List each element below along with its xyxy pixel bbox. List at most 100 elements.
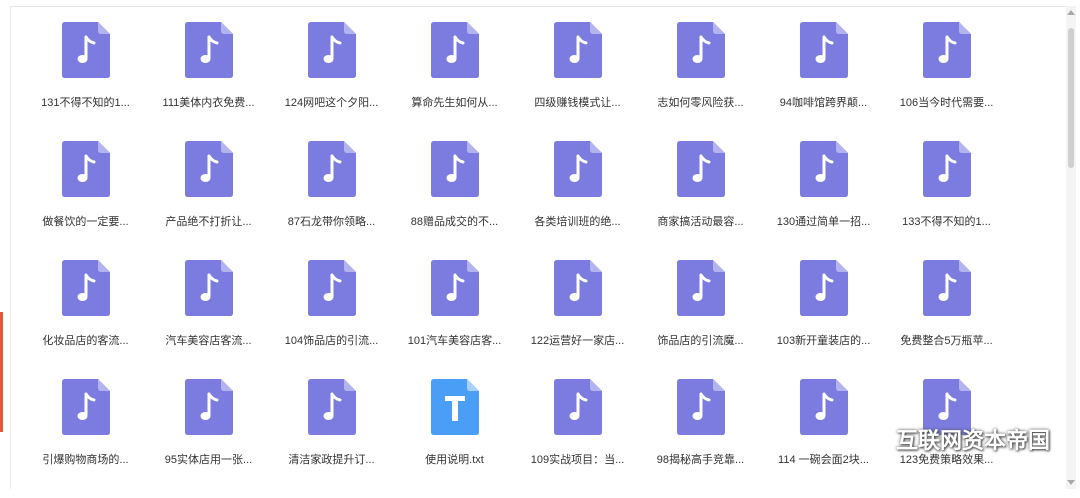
file-name-label: 免费整合5万瓶苹... <box>900 335 993 347</box>
scroll-down-arrow-icon[interactable] <box>1067 480 1075 485</box>
file-item[interactable]: 131不得不知的1... <box>24 22 147 141</box>
audio-file-icon <box>430 141 479 197</box>
file-name-label: 111美体内衣免费... <box>162 97 255 109</box>
file-name-label: 使用说明.txt <box>425 454 484 466</box>
file-name-label: 清洁家政提升订... <box>288 454 375 466</box>
audio-file-icon <box>430 22 479 78</box>
audio-file-icon <box>184 141 233 197</box>
file-item[interactable]: 111美体内衣免费... <box>147 22 270 141</box>
file-item[interactable]: 免费整合5万瓶苹... <box>885 260 1008 379</box>
file-item[interactable]: 106当今时代需要... <box>885 22 1008 141</box>
file-item[interactable]: 四级赚钱模式让... <box>516 22 639 141</box>
audio-file-icon <box>307 260 356 316</box>
file-name-label: 四级赚钱模式让... <box>534 97 621 109</box>
file-item[interactable]: 饰品店的引流魔... <box>639 260 762 379</box>
file-item[interactable]: 87石龙带你领略... <box>270 141 393 260</box>
file-name-label: 124网吧这个夕阳... <box>284 97 379 109</box>
file-item[interactable]: 算命先生如何从... <box>393 22 516 141</box>
audio-file-icon <box>676 22 725 78</box>
file-name-label: 87石龙带你领略... <box>287 216 376 228</box>
file-item[interactable]: 133不得不知的1... <box>885 141 1008 260</box>
audio-file-icon <box>676 260 725 316</box>
audio-file-icon <box>307 22 356 78</box>
file-item[interactable]: 引爆购物商场的... <box>24 379 147 498</box>
file-item[interactable]: 使用说明.txt <box>393 379 516 498</box>
file-item[interactable]: 103新开童装店的... <box>762 260 885 379</box>
file-name-label: 122运营好一家店... <box>530 335 625 347</box>
audio-file-icon <box>430 260 479 316</box>
file-item[interactable]: 汽车美容店客流... <box>147 260 270 379</box>
audio-file-icon <box>922 141 971 197</box>
file-item[interactable]: 95实体店用一张... <box>147 379 270 498</box>
vertical-scrollbar[interactable] <box>1066 6 1076 489</box>
audio-file-icon <box>799 141 848 197</box>
file-name-label: 引爆购物商场的... <box>42 454 129 466</box>
text-file-icon <box>430 379 479 435</box>
file-name-label: 98揭秘高手竞靠... <box>656 454 745 466</box>
left-edge-accent <box>0 312 3 432</box>
file-item[interactable]: 88赠品成交的不... <box>393 141 516 260</box>
scroll-up-arrow-icon[interactable] <box>1067 10 1075 15</box>
file-name-label: 88赠品成交的不... <box>410 216 499 228</box>
audio-file-icon <box>184 260 233 316</box>
audio-file-icon <box>553 260 602 316</box>
file-item[interactable]: 109实战项目：当... <box>516 379 639 498</box>
file-name-label: 饰品店的引流魔... <box>657 335 744 347</box>
file-name-label: 志如何零风险获... <box>657 97 744 109</box>
file-name-label: 109实战项目：当... <box>530 454 625 466</box>
file-item[interactable]: 做餐饮的一定要... <box>24 141 147 260</box>
file-item[interactable]: 各类培训班的绝... <box>516 141 639 260</box>
file-name-label: 汽车美容店客流... <box>165 335 252 347</box>
file-item[interactable]: 志如何零风险获... <box>639 22 762 141</box>
file-name-label: 130通过简单一招... <box>776 216 871 228</box>
file-item[interactable]: 94咖啡馆跨界颠... <box>762 22 885 141</box>
file-item[interactable]: 104饰品店的引流... <box>270 260 393 379</box>
file-name-label: 各类培训班的绝... <box>534 216 621 228</box>
audio-file-icon <box>184 22 233 78</box>
audio-file-icon <box>307 379 356 435</box>
audio-file-icon <box>61 379 110 435</box>
audio-file-icon <box>184 379 233 435</box>
file-name-label: 133不得不知的1... <box>902 216 991 228</box>
audio-file-icon <box>307 141 356 197</box>
file-item[interactable]: 化妆品店的客流... <box>24 260 147 379</box>
file-item[interactable]: 商家搞活动最容... <box>639 141 762 260</box>
file-item[interactable]: 98揭秘高手竞靠... <box>639 379 762 498</box>
audio-file-icon <box>61 141 110 197</box>
file-item[interactable]: 101汽车美容店客... <box>393 260 516 379</box>
audio-file-icon <box>799 379 848 435</box>
audio-file-icon <box>61 22 110 78</box>
file-name-label: 104饰品店的引流... <box>284 335 379 347</box>
file-item[interactable]: 122运营好一家店... <box>516 260 639 379</box>
scroll-thumb[interactable] <box>1068 28 1074 168</box>
file-name-label: 101汽车美容店客... <box>407 335 502 347</box>
file-name-label: 产品绝不打折让... <box>165 216 252 228</box>
file-item[interactable]: 124网吧这个夕阳... <box>270 22 393 141</box>
audio-file-icon <box>676 141 725 197</box>
audio-file-icon <box>553 22 602 78</box>
file-name-label: 94咖啡馆跨界颠... <box>779 97 868 109</box>
file-item[interactable]: 清洁家政提升订... <box>270 379 393 498</box>
audio-file-icon <box>61 260 110 316</box>
watermark-text: 互联网资本帝国 <box>895 428 1050 453</box>
audio-file-icon <box>799 260 848 316</box>
file-grid: 131不得不知的1... 111美体内衣免费... 124网吧这个夕阳... 算命先生… <box>24 22 1024 482</box>
audio-file-icon <box>553 379 602 435</box>
audio-file-icon <box>922 22 971 78</box>
file-name-label: 103新开童装店的... <box>776 335 871 347</box>
file-name-label: 106当今时代需要... <box>899 97 994 109</box>
file-item[interactable]: 130通过简单一招... <box>762 141 885 260</box>
file-name-label: 95实体店用一张... <box>164 454 253 466</box>
file-name-label: 做餐饮的一定要... <box>42 216 129 228</box>
audio-file-icon <box>676 379 725 435</box>
audio-file-icon <box>553 141 602 197</box>
file-name-label: 化妆品店的客流... <box>42 335 129 347</box>
audio-file-icon <box>922 260 971 316</box>
file-name-label: 131不得不知的1... <box>41 97 130 109</box>
file-name-label: 商家搞活动最容... <box>657 216 744 228</box>
wechat-icon <box>853 425 888 453</box>
file-item[interactable]: 产品绝不打折让... <box>147 141 270 260</box>
audio-file-icon <box>799 22 848 78</box>
watermark: 互联网资本帝国 <box>853 423 1050 455</box>
file-name-label: 算命先生如何从... <box>411 97 498 109</box>
